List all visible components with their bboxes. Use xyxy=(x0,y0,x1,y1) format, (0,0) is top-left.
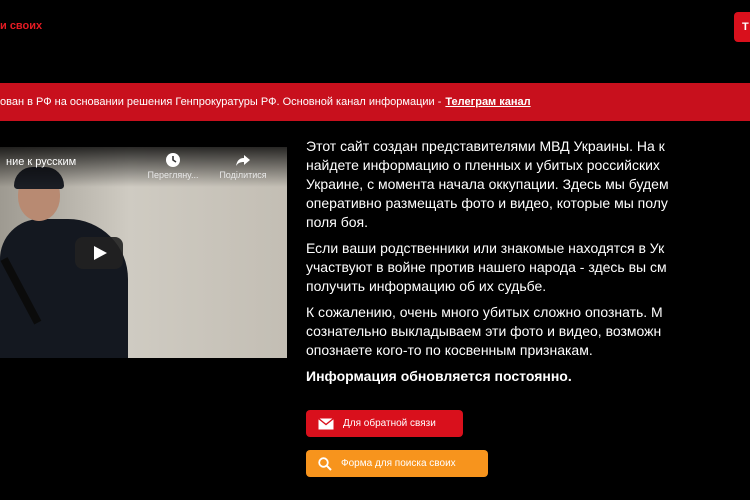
search-icon xyxy=(318,456,332,471)
intro-paragraph-3: К сожалению, очень много убитых сложно о… xyxy=(306,303,750,360)
intro-paragraph-2: Если ваши родственники или знакомые нахо… xyxy=(306,239,750,296)
play-icon[interactable] xyxy=(75,237,123,269)
feedback-button[interactable]: Для обратной связи xyxy=(306,410,463,437)
text-line: участвуют в войне против нашего народа -… xyxy=(306,259,667,275)
text-line: поля боя. xyxy=(306,214,368,230)
video-player[interactable]: ние к русским Переглянy... Поділитися xyxy=(0,147,287,358)
share-label: Поділитися xyxy=(219,170,267,180)
watch-later-label: Переглянy... xyxy=(147,170,199,180)
text-line: оперативно размещать фото и видео, котор… xyxy=(306,195,668,211)
header-action-button[interactable]: Т xyxy=(734,12,750,42)
text-line: получить информацию об их судьбе. xyxy=(306,278,547,294)
text-line: Этот сайт создан представителями МВД Укр… xyxy=(306,138,665,154)
intro-paragraph-1: Этот сайт создан представителями МВД Укр… xyxy=(306,137,750,232)
notice-banner: ован в РФ на основании решения Генпрокур… xyxy=(0,83,750,121)
search-form-button-label: Форма для поиска своих xyxy=(341,458,456,469)
clock-icon xyxy=(166,153,180,167)
telegram-channel-link[interactable]: Телеграм канал xyxy=(445,96,530,108)
text-line: Украине, с момента начала оккупации. Зде… xyxy=(306,176,669,192)
text-line: сознательно выкладываем эти фото и видео… xyxy=(306,323,662,339)
envelope-icon xyxy=(318,417,334,430)
banner-text: ован в РФ на основании решения Генпрокур… xyxy=(0,96,442,108)
site-logo-text[interactable]: и своих xyxy=(0,20,42,32)
feedback-button-label: Для обратной связи xyxy=(343,418,436,429)
text-line: К сожалению, очень много убитых сложно о… xyxy=(306,304,663,320)
intro-text: Этот сайт создан представителями МВД Укр… xyxy=(306,137,750,393)
text-line: Если ваши родственники или знакомые нахо… xyxy=(306,240,665,256)
update-note: Информация обновляется постоянно. xyxy=(306,368,572,384)
watch-later-button[interactable]: Переглянy... xyxy=(143,152,203,180)
text-line: опознаете кого-то по косвенным признакам… xyxy=(306,342,593,358)
video-title[interactable]: ние к русским xyxy=(6,156,76,168)
text-line: найдете информацию о пленных и убитых ро… xyxy=(306,157,660,173)
search-form-button[interactable]: Форма для поиска своих xyxy=(306,450,488,477)
share-button[interactable]: Поділитися xyxy=(213,152,273,180)
share-icon xyxy=(236,155,250,166)
